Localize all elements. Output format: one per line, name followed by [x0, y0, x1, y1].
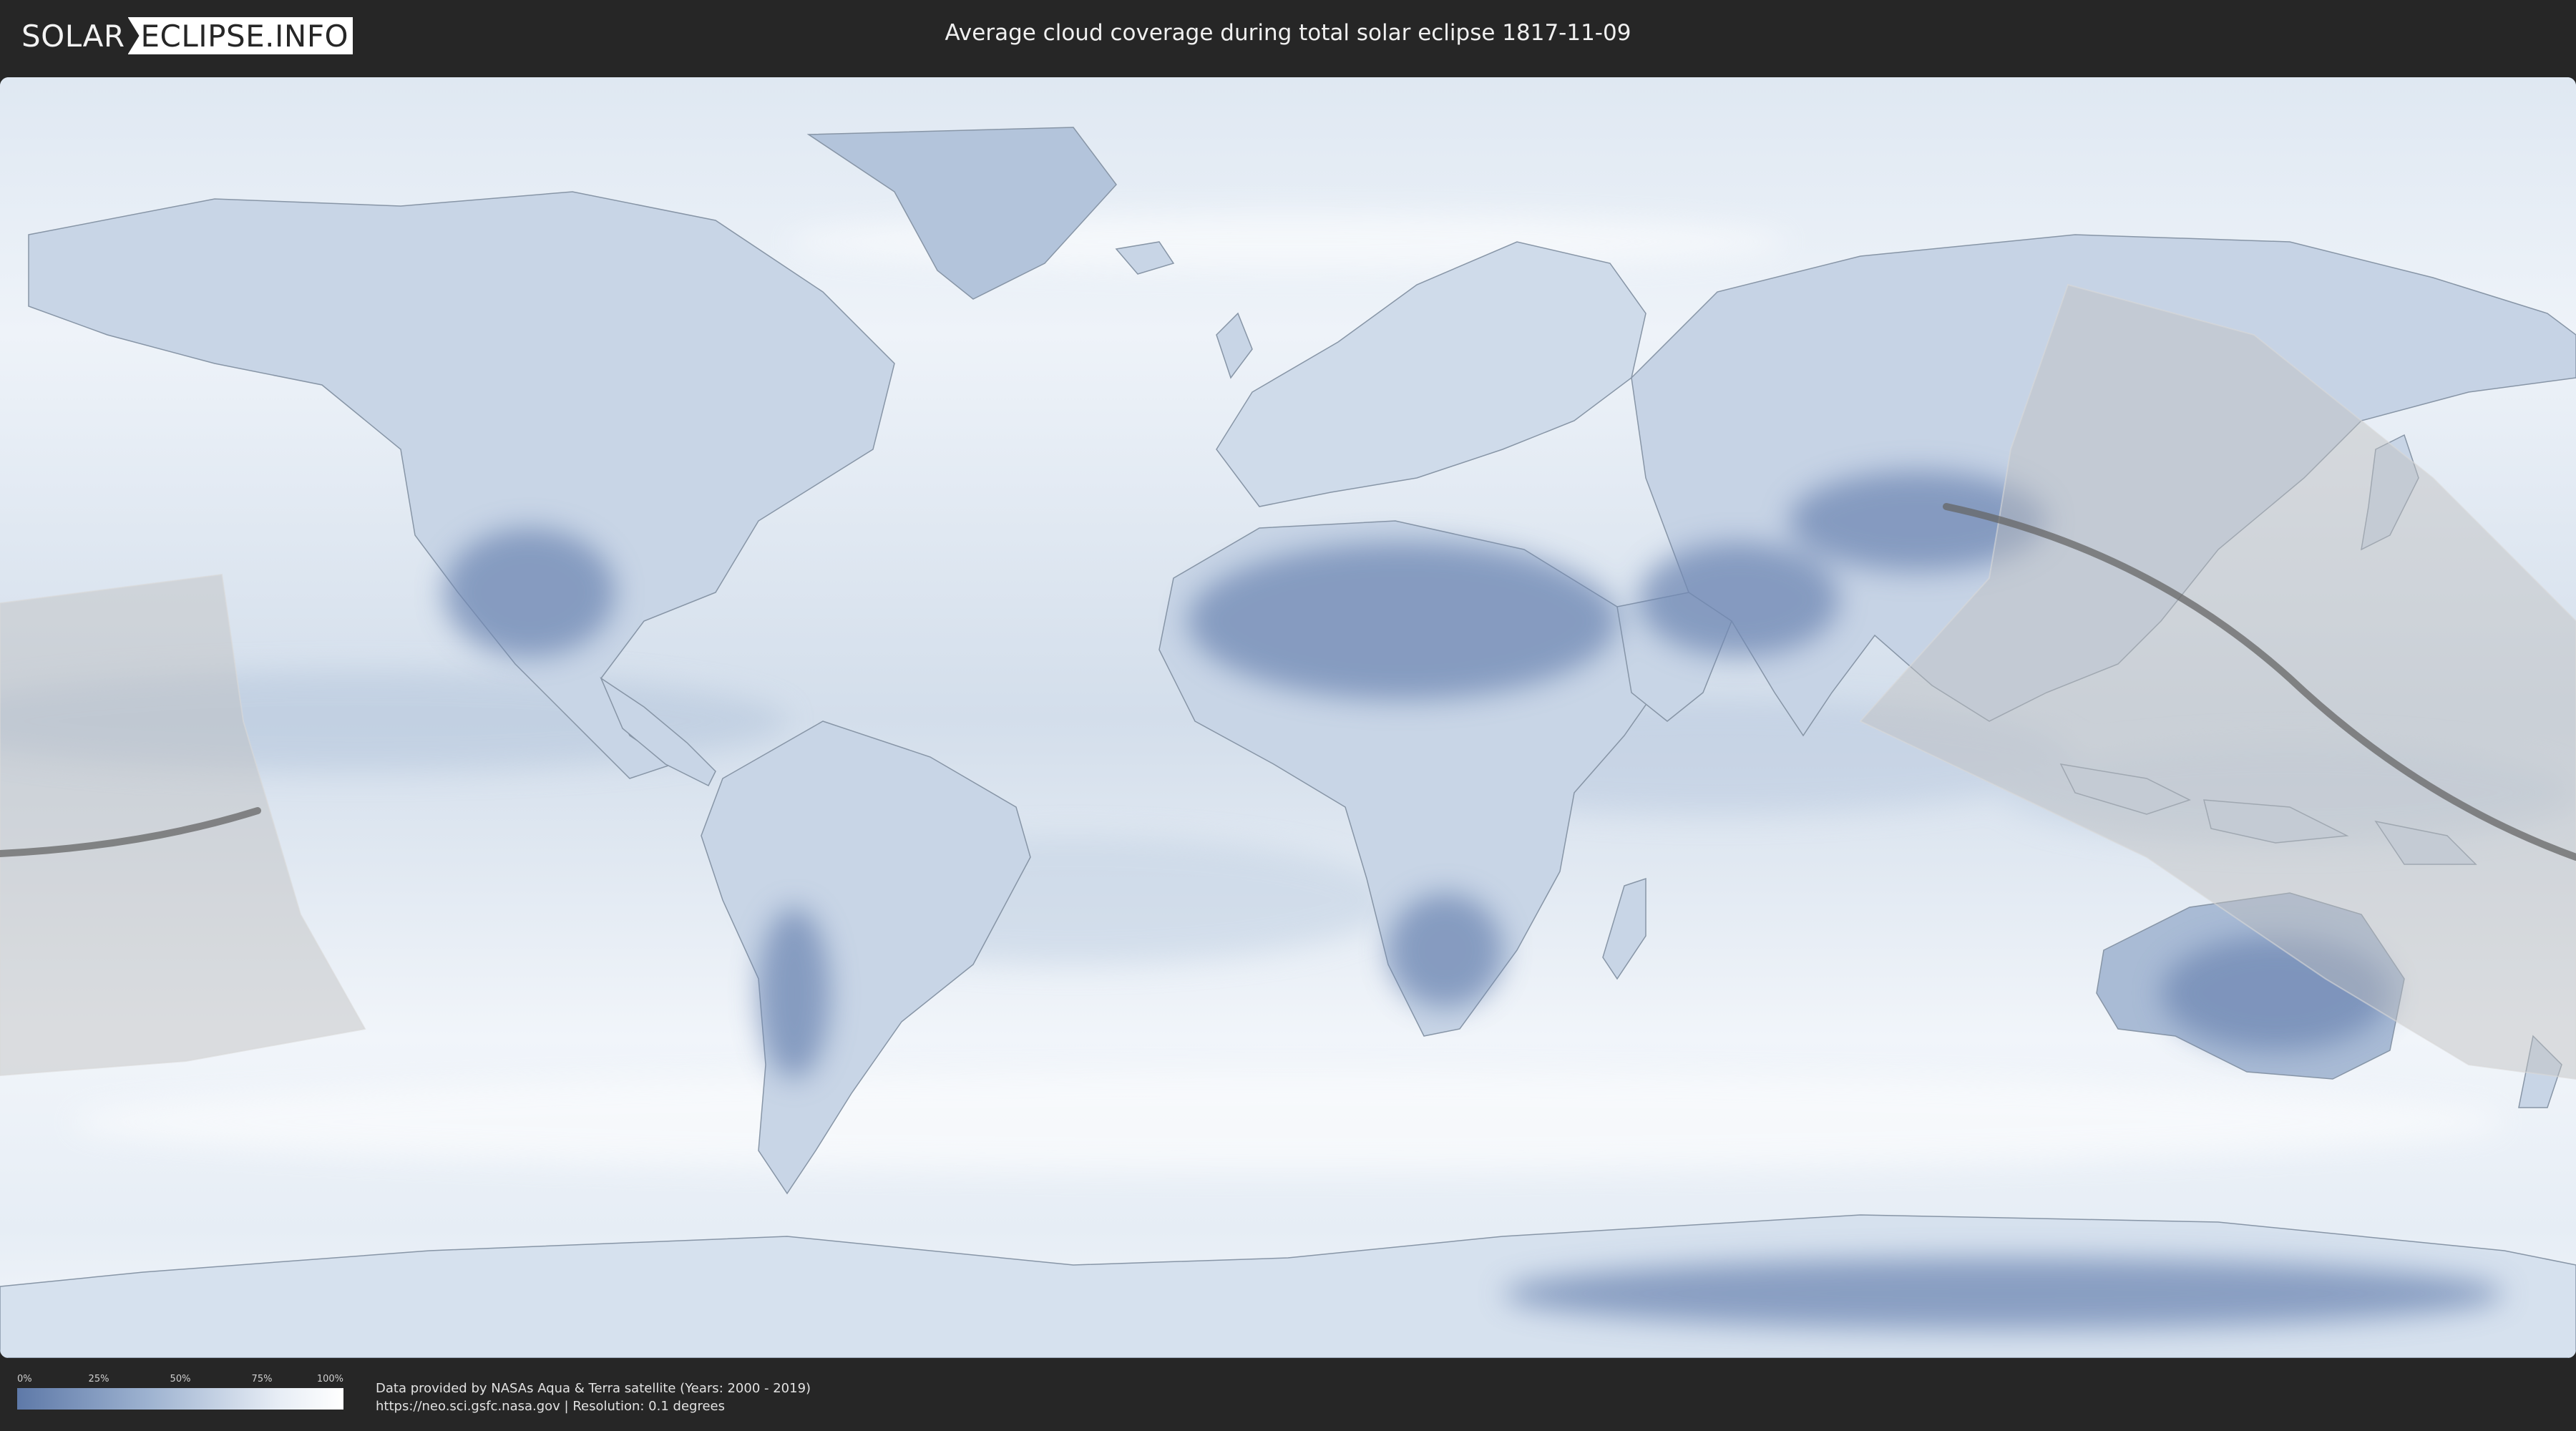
- legend-tick-50: 50%: [170, 1374, 191, 1384]
- legend-tick-75: 75%: [251, 1374, 273, 1384]
- sahara-clear: [1188, 542, 1617, 700]
- antarctica-clear: [1503, 1258, 2504, 1329]
- atacama-clear: [758, 907, 830, 1079]
- middle-east-clear: [1639, 542, 1839, 657]
- cloud-coverage-legend: 0% 25% 50% 75% 100%: [17, 1374, 343, 1410]
- mexico-clear: [444, 528, 615, 657]
- legend-ticks: 0% 25% 50% 75% 100%: [17, 1374, 343, 1388]
- legend-gradient-bar: [17, 1388, 343, 1410]
- legend-tick-25: 25%: [88, 1374, 109, 1384]
- world-map-svg: [0, 77, 2576, 1358]
- footer-bar: 0% 25% 50% 75% 100% Data provided by NAS…: [0, 1358, 2576, 1431]
- southern-africa-clear: [1388, 893, 1503, 1007]
- credits-line-1: Data provided by NASAs Aqua & Terra sate…: [376, 1381, 811, 1396]
- legend-tick-0: 0%: [17, 1374, 32, 1384]
- page-title: Average cloud coverage during total sola…: [945, 20, 1631, 46]
- page: SOLAR ECLIPSE.INFO Average cloud coverag…: [0, 0, 2576, 1431]
- data-credits: Data provided by NASAs Aqua & Terra sate…: [376, 1379, 811, 1415]
- legend-tick-100: 100%: [316, 1374, 343, 1384]
- cloud-coverage-map[interactable]: [0, 77, 2576, 1358]
- header-bar: SOLAR ECLIPSE.INFO Average cloud coverag…: [0, 0, 2576, 72]
- credits-line-2[interactable]: https://neo.sci.gsfc.nasa.gov | Resoluti…: [376, 1397, 811, 1415]
